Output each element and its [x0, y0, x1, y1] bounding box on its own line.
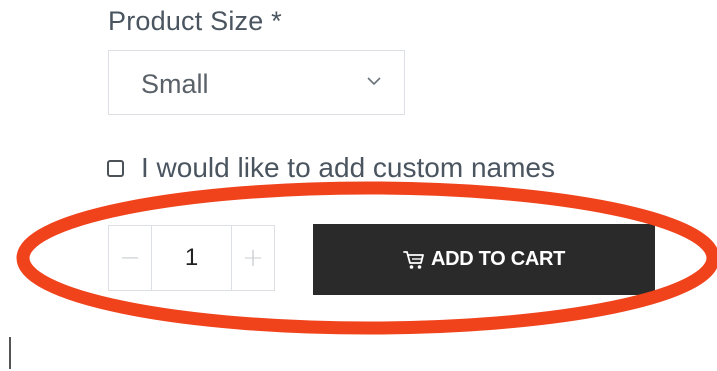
add-to-cart-button[interactable]: ADD TO CART: [313, 224, 655, 295]
quantity-stepper: − 1 +: [108, 225, 275, 291]
product-size-label: Product Size *: [108, 6, 282, 36]
custom-names-checkbox[interactable]: [107, 159, 124, 177]
cart-icon: [403, 250, 424, 269]
custom-names-option[interactable]: I would like to add custom names: [107, 152, 555, 184]
edge-artifact: [9, 337, 11, 369]
quantity-decrease-button[interactable]: −: [109, 226, 152, 290]
chevron-down-icon: [367, 77, 381, 86]
quantity-increase-button[interactable]: +: [231, 226, 274, 290]
product-size-selected-value: Small: [141, 69, 209, 99]
product-size-select[interactable]: Small: [108, 50, 405, 115]
custom-names-label: I would like to add custom names: [141, 152, 555, 183]
add-to-cart-label: ADD TO CART: [430, 248, 566, 270]
quantity-input[interactable]: 1: [152, 226, 231, 290]
product-options-panel: Product Size * Small I would like to add…: [0, 0, 717, 371]
